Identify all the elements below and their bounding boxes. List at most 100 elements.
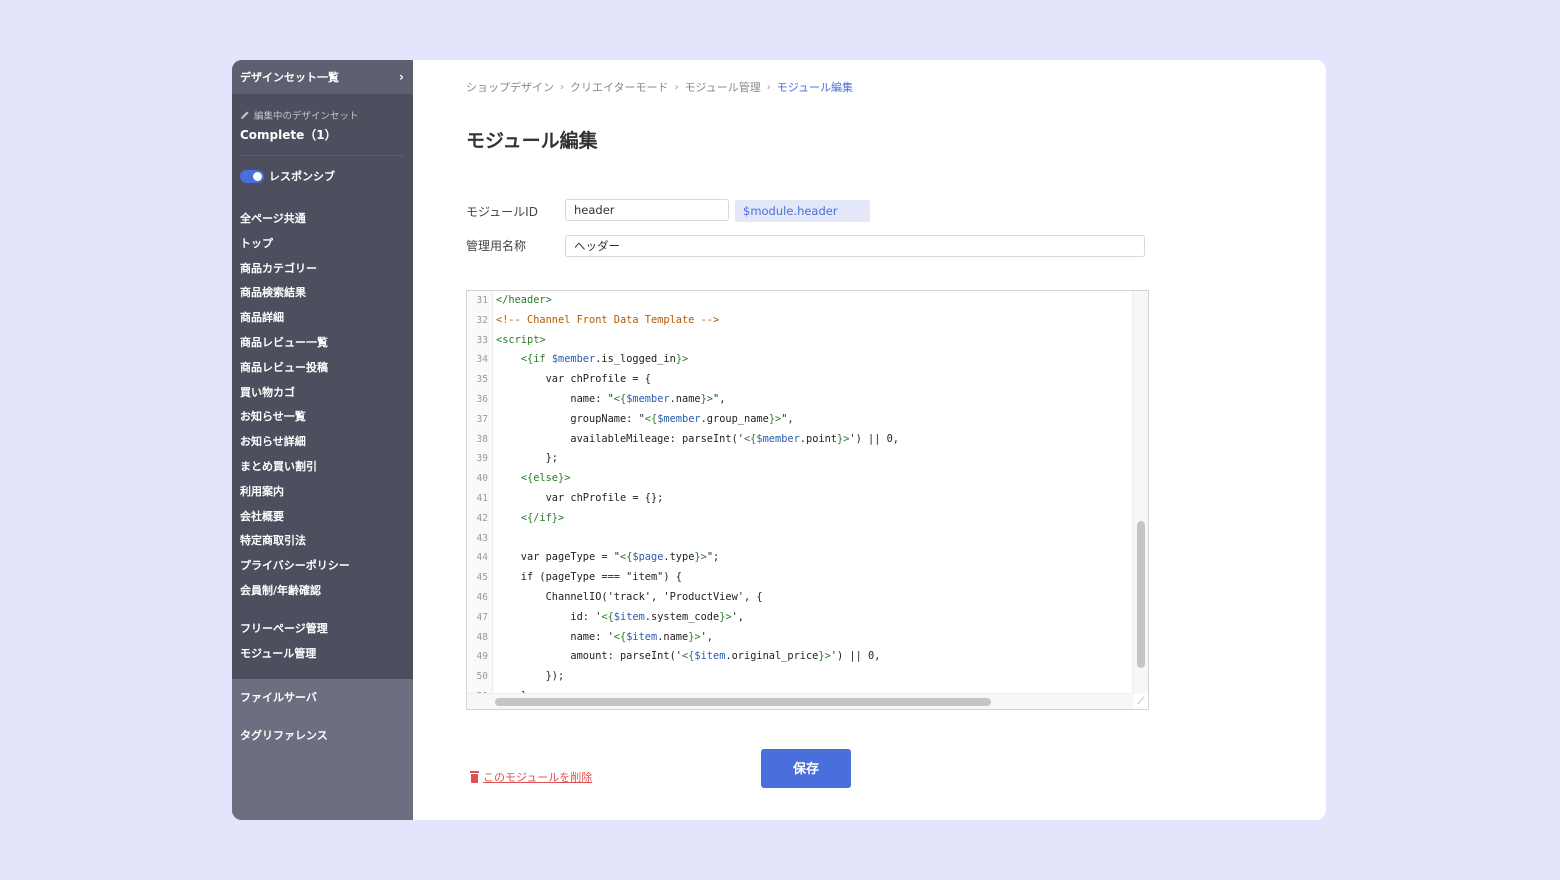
sidebar-item-news-list[interactable]: お知らせ一覧 (232, 405, 413, 430)
sidebar-item-modules[interactable]: モジュール管理 (232, 642, 413, 667)
module-id-field[interactable]: header (565, 199, 729, 221)
line-number: 38 (476, 433, 488, 445)
code-token: <{/if}> (520, 511, 565, 524)
code-line: 47 id: '<{$item.system_code}>', (467, 608, 1148, 628)
vertical-scrollbar[interactable] (1132, 291, 1148, 693)
code-token: .is_logged_in (595, 353, 676, 366)
design-set-list-label: デザインセット一覧 (240, 71, 339, 84)
code-token: <{ (743, 432, 757, 445)
code-token: }> (700, 392, 714, 405)
code-token: }> (818, 650, 831, 663)
sidebar-item-bulk-discount[interactable]: まとめ買い割引 (232, 455, 413, 480)
sidebar-item-all-pages[interactable]: 全ページ共通 (232, 207, 413, 232)
sidebar-bottom: ファイルサーバ タグリファレンス (232, 679, 413, 820)
code-token: var chProfile = { (496, 373, 651, 386)
code-token: $item (694, 650, 726, 663)
code-token: $item (626, 630, 658, 643)
code-token: name: ' (496, 630, 614, 643)
code-token: }> (719, 610, 732, 623)
code-token: ') || 0, (830, 650, 881, 663)
save-button[interactable]: 保存 (761, 749, 851, 788)
code-line: 44 var pageType = "<{$page.type}>"; (467, 548, 1148, 568)
design-set-list-link[interactable]: デザインセット一覧 › (232, 60, 413, 94)
sidebar-item-file-server[interactable]: ファイルサーバ (232, 686, 413, 710)
responsive-label: レスポンシブ (269, 170, 335, 183)
code-token: <{if (520, 353, 552, 366)
line-number: 47 (476, 611, 488, 623)
line-number: 44 (476, 552, 488, 564)
pencil-icon (241, 111, 249, 119)
page-nav: 全ページ共通 トップ 商品カテゴリー 商品検索結果 商品詳細 商品レビュー一覧 … (232, 184, 413, 666)
resize-handle-icon[interactable]: ⟋ (1135, 696, 1147, 708)
sidebar-item-privacy[interactable]: プライバシーポリシー (232, 554, 413, 579)
responsive-toggle[interactable] (240, 169, 264, 183)
sidebar-item-free-pages[interactable]: フリーページ管理 (232, 617, 413, 642)
code-lines: 31 </header> 32 <!-- Channel Front Data Tem… (467, 291, 1148, 707)
delete-module-label: このモジュールを削除 (483, 771, 593, 784)
sidebar-item-legal[interactable]: 特定商取引法 (232, 529, 413, 554)
code-text: if (pageType === "item") { (493, 568, 682, 588)
sidebar-item-category[interactable]: 商品カテゴリー (232, 257, 413, 282)
breadcrumb-shop-design[interactable]: ショップデザイン (466, 79, 554, 95)
code-text: id: '<{$item.system_code}>', (493, 608, 744, 628)
line-number: 32 (476, 314, 488, 326)
code-line: 36 name: "<{$member.name}>", (467, 390, 1148, 410)
sidebar-item-guide[interactable]: 利用案内 (232, 480, 413, 505)
current-design-set: 編集中のデザインセット Complete（1） (232, 94, 413, 143)
current-design-set-label: 編集中のデザインセット (254, 111, 359, 122)
code-token: <{ (681, 650, 695, 663)
code-token: ', (731, 610, 745, 623)
code-token: $member (626, 392, 670, 405)
sidebar-item-cart[interactable]: 買い物カゴ (232, 381, 413, 406)
breadcrumb: ショップデザイン › クリエイターモード › モジュール管理 › モジュール編集 (466, 79, 853, 95)
sidebar-item-company[interactable]: 会社概要 (232, 505, 413, 530)
code-token: <script> (496, 333, 546, 346)
code-token: <{else}> (520, 472, 571, 485)
code-token: ChannelIO('track', 'ProductView', { (496, 590, 763, 603)
sidebar-item-membership[interactable]: 会員制/年齢確認 (232, 579, 413, 604)
code-token: .name (657, 630, 689, 643)
code-token: </header> (496, 294, 552, 306)
code-text: }; (493, 449, 558, 469)
line-number: 46 (476, 591, 488, 603)
page-title: モジュール編集 (466, 130, 598, 152)
delete-module-link[interactable]: このモジュールを削除 (470, 769, 592, 785)
sidebar-item-news-detail[interactable]: お知らせ詳細 (232, 430, 413, 455)
line-number: 42 (476, 512, 488, 524)
breadcrumb-creator-mode[interactable]: クリエイターモード (570, 79, 669, 95)
responsive-row: レスポンシブ (232, 156, 413, 184)
code-token: }); (496, 670, 565, 683)
sidebar-item-review-list[interactable]: 商品レビュー一覧 (232, 331, 413, 356)
code-token: $member (756, 432, 800, 445)
code-text: availableMileage: parseInt('<{$member.po… (493, 430, 899, 450)
chevron-right-icon: › (674, 81, 679, 93)
code-token: .system_code (644, 610, 720, 623)
code-token: }> (694, 551, 707, 564)
code-text: var chProfile = {}; (493, 489, 664, 509)
code-line: 43 (467, 529, 1148, 549)
code-token: var chProfile = {}; (496, 491, 664, 504)
code-token: }> (837, 432, 850, 445)
sidebar-item-tag-reference[interactable]: タグリファレンス (232, 724, 413, 748)
code-editor[interactable]: 31 </header> 32 <!-- Channel Front Data Tem… (466, 290, 1149, 710)
sidebar-item-review-post[interactable]: 商品レビュー投稿 (232, 356, 413, 381)
horizontal-scroll-thumb[interactable] (495, 698, 991, 706)
code-token: name: " (496, 392, 614, 405)
breadcrumb-module-management[interactable]: モジュール管理 (685, 79, 761, 95)
horizontal-scrollbar[interactable] (467, 693, 1133, 709)
line-number: 37 (476, 413, 488, 425)
code-token: id: ' (496, 610, 602, 623)
code-line: 49 amount: parseInt('<{$item.original_pr… (467, 647, 1148, 667)
code-token: .name (669, 392, 701, 405)
vertical-scroll-thumb[interactable] (1137, 521, 1145, 668)
code-token: <{ (601, 610, 614, 623)
line-number: 48 (476, 631, 488, 643)
sidebar-item-product-detail[interactable]: 商品詳細 (232, 306, 413, 331)
sidebar-item-top[interactable]: トップ (232, 232, 413, 257)
name-field[interactable]: ヘッダー (565, 235, 1145, 257)
code-text: <{if $member.is_logged_in}> (493, 350, 688, 370)
sidebar-item-search-results[interactable]: 商品検索結果 (232, 281, 413, 306)
